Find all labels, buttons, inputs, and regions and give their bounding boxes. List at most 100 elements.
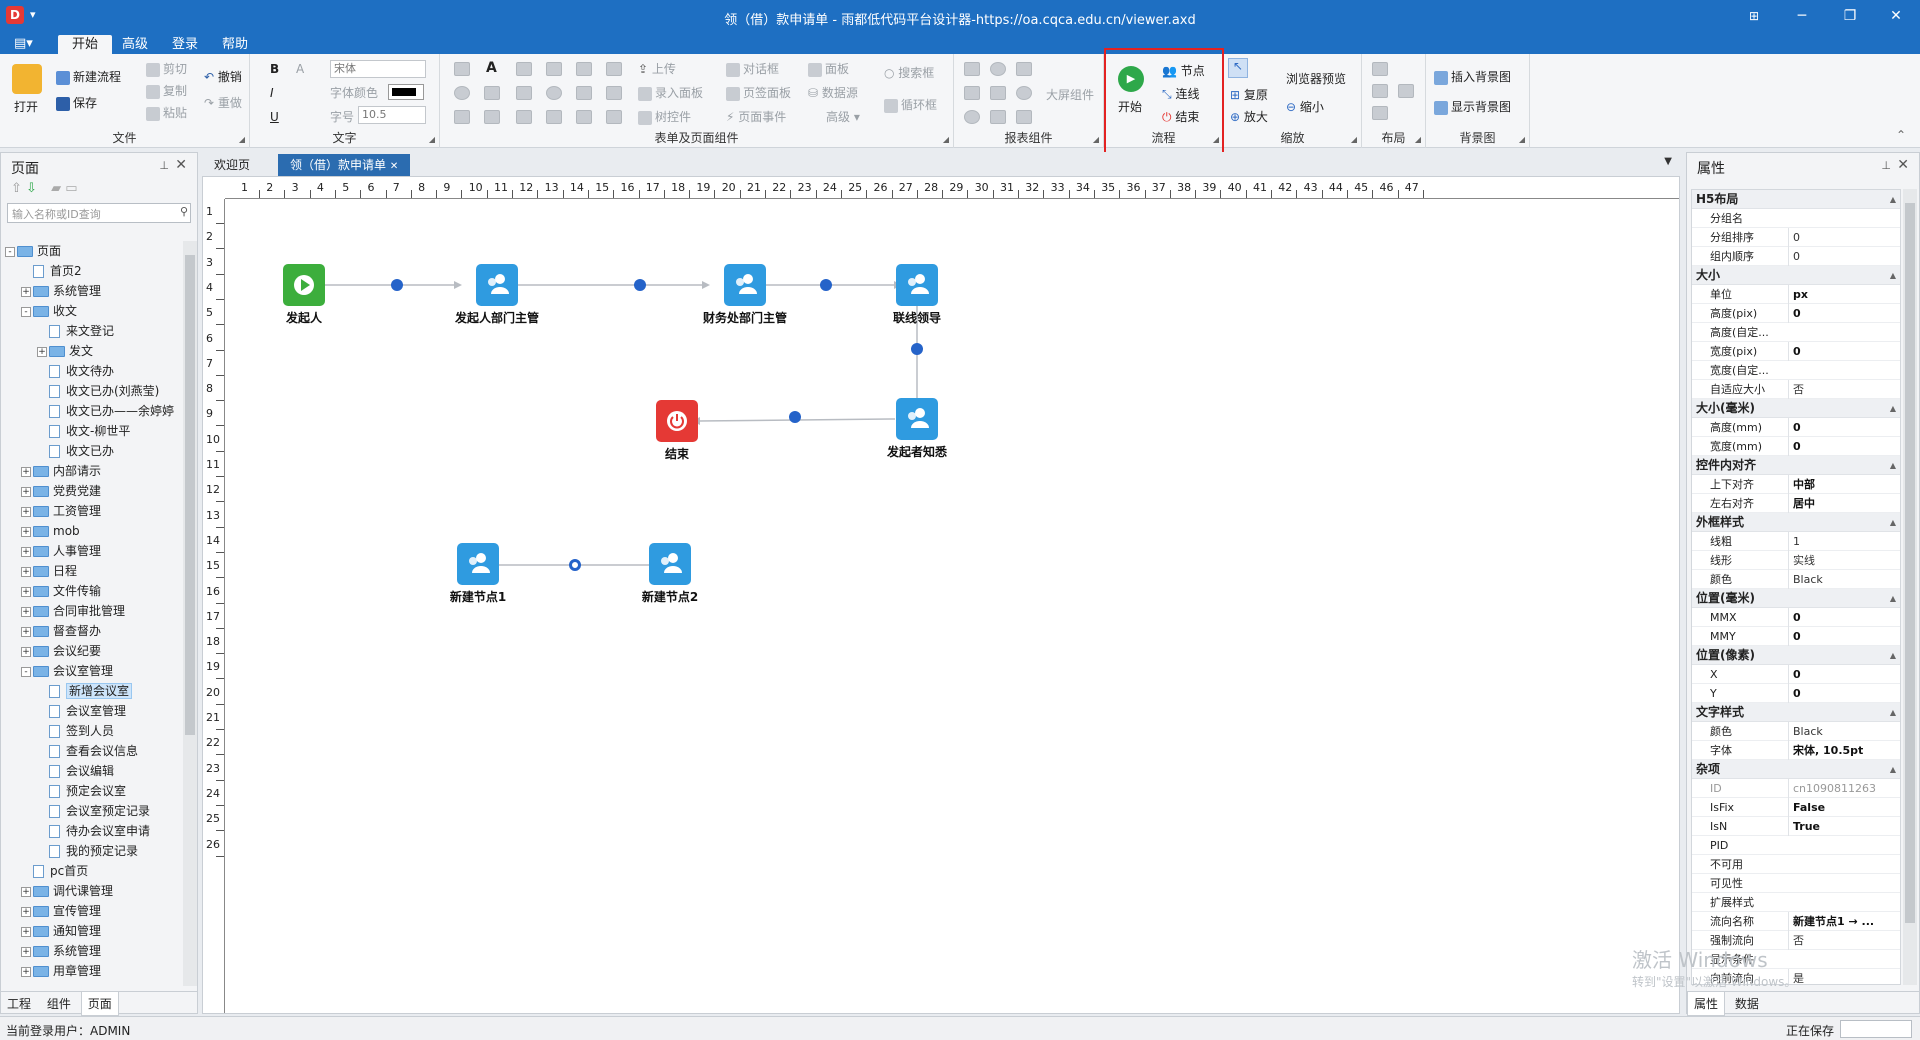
- expand-icon[interactable]: +: [37, 346, 47, 357]
- grid-icon[interactable]: [454, 110, 470, 124]
- expand-icon[interactable]: +: [21, 466, 31, 477]
- font-color-picker[interactable]: [388, 84, 424, 100]
- collapse-icon[interactable]: ▲: [1890, 266, 1896, 285]
- property-value[interactable]: False: [1788, 798, 1900, 817]
- bigscreen-button[interactable]: 大屏组件: [1046, 86, 1094, 103]
- signature-panel-button[interactable]: 页签面板: [726, 84, 791, 101]
- tree-item[interactable]: 会议室管理: [5, 701, 181, 721]
- property-category[interactable]: 大小 ▲: [1692, 266, 1900, 285]
- expand-icon[interactable]: +: [21, 286, 31, 297]
- property-row[interactable]: MMX 0: [1692, 608, 1900, 627]
- property-value[interactable]: 中部: [1788, 475, 1900, 494]
- collapse-icon[interactable]: ▲: [1890, 646, 1896, 665]
- property-row[interactable]: 宽度(pix) 0: [1692, 342, 1900, 361]
- save-button[interactable]: 保存: [56, 94, 97, 111]
- tree-item[interactable]: + 督查督办: [5, 621, 181, 641]
- tab-loan-form[interactable]: 领（借）款申请单 ✕: [278, 154, 411, 176]
- textbox-icon[interactable]: [484, 86, 500, 100]
- tree-item[interactable]: pc首页: [5, 861, 181, 881]
- expand-icon[interactable]: +: [21, 546, 31, 557]
- property-category[interactable]: 文字样式 ▲: [1692, 703, 1900, 722]
- browser-preview-button[interactable]: 浏览器预览: [1286, 70, 1346, 87]
- property-value[interactable]: cn1090811263: [1788, 779, 1900, 798]
- line-chart-icon[interactable]: [964, 86, 980, 100]
- tree-item[interactable]: 收文待办: [5, 361, 181, 381]
- down-arrow-icon[interactable]: ⇩: [26, 181, 37, 196]
- property-row[interactable]: 上下对齐 中部: [1692, 475, 1900, 494]
- tree-item[interactable]: 收文已办: [5, 441, 181, 461]
- tree-item[interactable]: + 人事管理: [5, 541, 181, 561]
- tree-item[interactable]: + 宣传管理: [5, 901, 181, 921]
- tree-item[interactable]: 来文登记: [5, 321, 181, 341]
- tree-item[interactable]: + 会议纪要: [5, 641, 181, 661]
- tree-item[interactable]: + 日程: [5, 561, 181, 581]
- tab-properties[interactable]: 属性: [1687, 992, 1726, 1016]
- tree-item[interactable]: 收文已办(刘燕莹): [5, 381, 181, 401]
- zoom-in-button[interactable]: ⊕ 放大: [1230, 108, 1268, 125]
- property-row[interactable]: 组内顺序 0: [1692, 247, 1900, 266]
- connector-handle[interactable]: [634, 279, 646, 291]
- expand-icon[interactable]: +: [21, 966, 31, 977]
- advanced-dropdown[interactable]: 高级 ▾: [826, 108, 860, 125]
- pie-chart-icon[interactable]: [964, 110, 980, 124]
- expand-icon[interactable]: +: [21, 586, 31, 597]
- property-value[interactable]: 0: [1788, 608, 1900, 627]
- property-value[interactable]: 1: [1788, 532, 1900, 551]
- group-launcher-icon[interactable]: ◢: [429, 135, 435, 144]
- italic-button[interactable]: I: [270, 86, 274, 100]
- dialog-button[interactable]: 对话框: [726, 60, 779, 77]
- app-menu-icon[interactable]: ▤▾: [14, 36, 33, 51]
- picture-icon[interactable]: [546, 110, 562, 124]
- property-category[interactable]: H5布局 ▲: [1692, 190, 1900, 209]
- property-value[interactable]: Black: [1788, 570, 1900, 589]
- folder-add-icon[interactable]: ▰: [51, 181, 61, 196]
- property-row[interactable]: 左右对齐 居中: [1692, 494, 1900, 513]
- tree-item[interactable]: 签到人员: [5, 721, 181, 741]
- tree-item[interactable]: + 文件传输: [5, 581, 181, 601]
- pointer-tool[interactable]: ↖: [1228, 58, 1248, 78]
- insert-background-button[interactable]: 插入背景图: [1434, 68, 1511, 85]
- grow-font-button[interactable]: A: [296, 62, 304, 76]
- maximize-button[interactable]: ❐: [1830, 4, 1870, 28]
- collapse-icon[interactable]: ▲: [1890, 589, 1896, 608]
- property-row[interactable]: 高度(mm) 0: [1692, 418, 1900, 437]
- show-background-button[interactable]: 显示背景图: [1434, 98, 1511, 115]
- minimize-button[interactable]: ─: [1782, 4, 1822, 28]
- cut-button[interactable]: 剪切: [146, 60, 187, 77]
- collapse-ribbon-icon[interactable]: ⌃: [1896, 128, 1906, 142]
- tab-help[interactable]: 帮助: [208, 35, 262, 54]
- property-row[interactable]: X0: [1692, 665, 1900, 684]
- property-value[interactable]: 居中: [1788, 494, 1900, 513]
- connector-handle[interactable]: [391, 279, 403, 291]
- property-value[interactable]: 否: [1788, 931, 1900, 950]
- property-category[interactable]: 位置(像素) ▲: [1692, 646, 1900, 665]
- tree-item[interactable]: 查看会议信息: [5, 741, 181, 761]
- property-row[interactable]: 流向名称 新建节点1 → ...: [1692, 912, 1900, 931]
- expand-icon[interactable]: +: [21, 886, 31, 897]
- expand-icon[interactable]: +: [21, 626, 31, 637]
- copy-button[interactable]: 复制: [146, 82, 187, 99]
- ellipse-icon[interactable]: [454, 86, 470, 100]
- tree-item[interactable]: + 系统管理: [5, 941, 181, 961]
- tab-start[interactable]: 开始: [58, 35, 113, 54]
- property-category[interactable]: 杂项 ▲: [1692, 760, 1900, 779]
- property-row[interactable]: 单位 px: [1692, 285, 1900, 304]
- property-row[interactable]: 线形 实线: [1692, 551, 1900, 570]
- tab-advanced[interactable]: 高级: [108, 35, 162, 54]
- property-row[interactable]: 不可用: [1692, 855, 1900, 874]
- property-category[interactable]: 位置(毫米) ▲: [1692, 589, 1900, 608]
- search-box-button[interactable]: ○ 搜索框: [884, 64, 934, 81]
- flow-node-dept-head[interactable]: [476, 264, 518, 306]
- property-row[interactable]: IsFix False: [1692, 798, 1900, 817]
- expand-icon[interactable]: +: [21, 926, 31, 937]
- close-icon[interactable]: ✕: [390, 161, 398, 172]
- tree-item[interactable]: - 收文: [5, 301, 181, 321]
- font-size-select[interactable]: 10.5: [358, 106, 426, 124]
- undo-button[interactable]: ↶ 撤销: [204, 68, 242, 85]
- property-value[interactable]: 宋体, 10.5pt: [1788, 741, 1900, 760]
- tree-item[interactable]: + 内部请示: [5, 461, 181, 481]
- expand-icon[interactable]: +: [21, 566, 31, 577]
- align-right-icon[interactable]: [1372, 106, 1388, 120]
- flow-design-surface[interactable]: 发起人 发起人部门主管 财务处部门主管 联线领导 发起者知悉 结束 新建节点1 …: [225, 199, 1679, 1013]
- radar-icon[interactable]: [990, 86, 1006, 100]
